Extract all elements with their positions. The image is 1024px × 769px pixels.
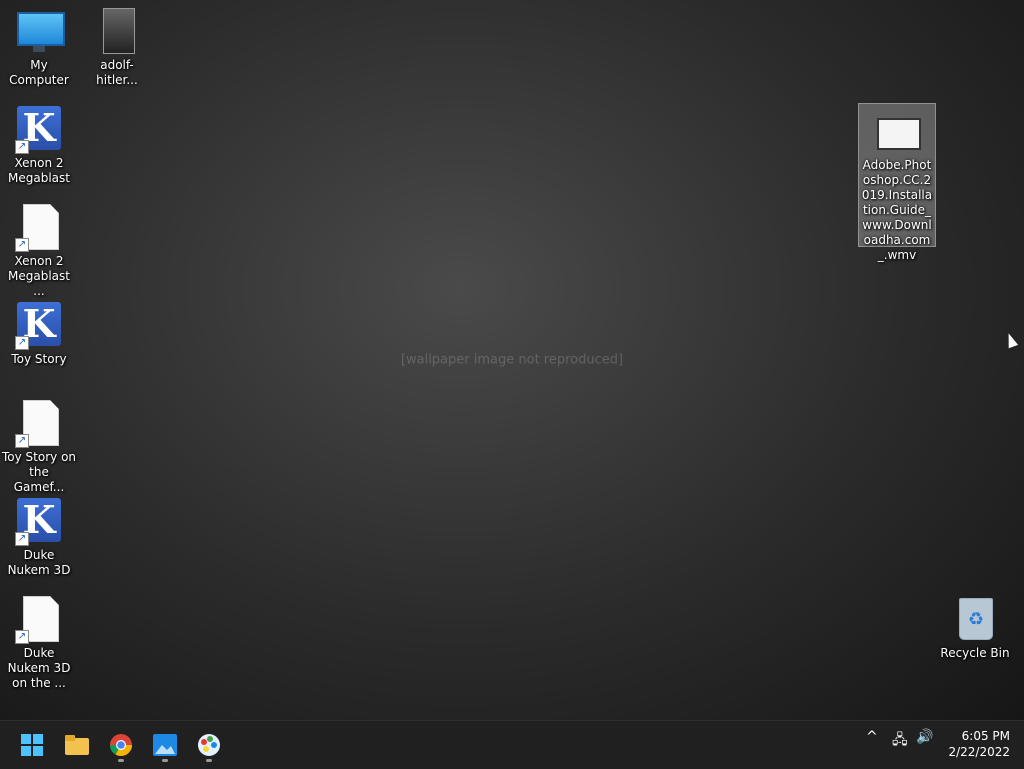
volume-icon[interactable]: 🔊 (916, 729, 933, 745)
app-shortcut-icon: K ↗ (15, 106, 63, 154)
desktop-icon-xenon2-doc[interactable]: ↗ Xenon 2 Megablast ... (0, 200, 78, 299)
desktop-icon-video-file[interactable]: Adobe.Photoshop.CC.2019.Installation.Gui… (858, 103, 936, 262)
wallpaper-placeholder: [wallpaper image not reproduced] (400, 352, 624, 368)
photos-icon (153, 734, 177, 756)
desktop-icon-toy-story-doc[interactable]: ↗ Toy Story on the Gamef... (0, 396, 78, 495)
app-shortcut-icon: K ↗ (15, 498, 63, 546)
document-shortcut-icon: ↗ (15, 400, 63, 448)
mouse-cursor-icon (1003, 331, 1019, 349)
computer-icon (15, 8, 65, 56)
recycle-bin-icon: ♻ (951, 596, 999, 644)
document-shortcut-icon: ↗ (15, 596, 63, 644)
image-file-icon (93, 8, 141, 56)
desktop-icon-image-file[interactable]: adolf-hitler... (78, 4, 156, 88)
desktop-icon-duke-nukem[interactable]: K ↗ Duke Nukem 3D (0, 494, 78, 578)
clock-time: 6:05 PM (961, 729, 1010, 743)
desktop-icon-xenon2[interactable]: K ↗ Xenon 2 Megablast (0, 102, 78, 186)
clock-date: 2/22/2022 (948, 745, 1010, 759)
photos-button[interactable] (145, 727, 185, 763)
start-button[interactable] (12, 727, 52, 763)
desktop-icon-duke-nukem-doc[interactable]: ↗ Duke Nukem 3D on the ... (0, 592, 78, 691)
clock[interactable]: 6:05 PM 2/22/2022 (940, 728, 1010, 760)
app-shortcut-icon: K ↗ (15, 302, 63, 350)
desktop-icon-my-computer[interactable]: My Computer (0, 4, 78, 88)
file-explorer-icon (65, 735, 89, 755)
chrome-icon (110, 734, 132, 756)
start-icon (21, 734, 43, 756)
paint-icon (198, 734, 220, 756)
taskbar: ^ 🖧 🔊 6:05 PM 2/22/2022 (0, 720, 1024, 769)
document-shortcut-icon: ↗ (15, 204, 63, 252)
paint-button[interactable] (189, 727, 229, 763)
chrome-button[interactable] (101, 727, 141, 763)
show-hidden-icons-button[interactable]: ^ (866, 729, 878, 745)
network-icon[interactable]: 🖧 (892, 729, 908, 753)
desktop-icon-toy-story[interactable]: K ↗ Toy Story (0, 298, 78, 367)
desktop[interactable]: [wallpaper image not reproduced] My Comp… (0, 0, 1024, 720)
desktop-icon-recycle-bin[interactable]: ♻ Recycle Bin (936, 592, 1014, 661)
file-explorer-button[interactable] (57, 727, 97, 763)
video-file-icon (873, 108, 921, 156)
